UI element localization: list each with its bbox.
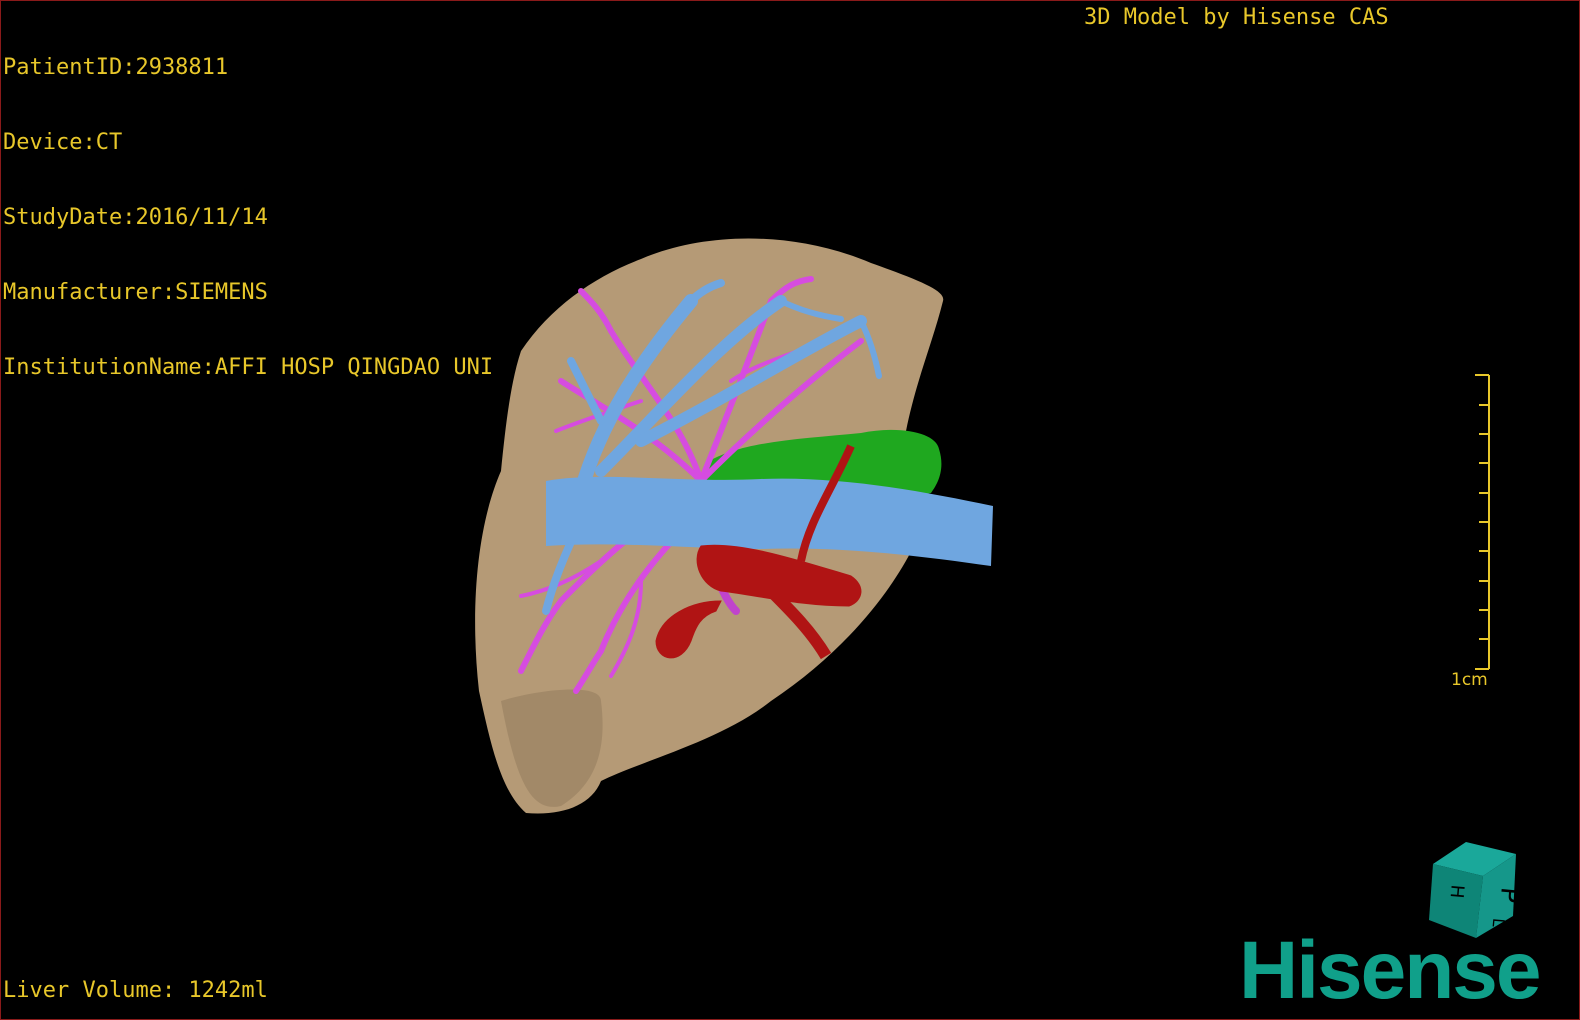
hisense-logo: Hisense — [1239, 925, 1542, 1016]
cube-face-front: P — [1494, 886, 1525, 904]
cube-face-left: H — [1446, 884, 1468, 899]
patient-info: PatientID:2938811 Device:CT StudyDate:20… — [3, 5, 493, 430]
liver-volume: Liver Volume: 1242ml — [3, 978, 268, 1003]
render-viewport[interactable]: PatientID:2938811 Device:CT StudyDate:20… — [0, 0, 1580, 1020]
scale-bar — [1475, 374, 1490, 670]
patient-id: PatientID:2938811 — [3, 55, 229, 80]
model-credit: 3D Model by Hisense CAS — [1084, 5, 1389, 30]
institution-name: InstitutionName:AFFI HOSP QINGDAO UNI — [3, 355, 494, 380]
study-date: StudyDate:2016/11/14 — [3, 205, 268, 230]
device: Device:CT — [3, 130, 123, 155]
scale-label: 1cm — [1451, 670, 1488, 690]
manufacturer: Manufacturer:SIEMENS — [3, 280, 268, 305]
